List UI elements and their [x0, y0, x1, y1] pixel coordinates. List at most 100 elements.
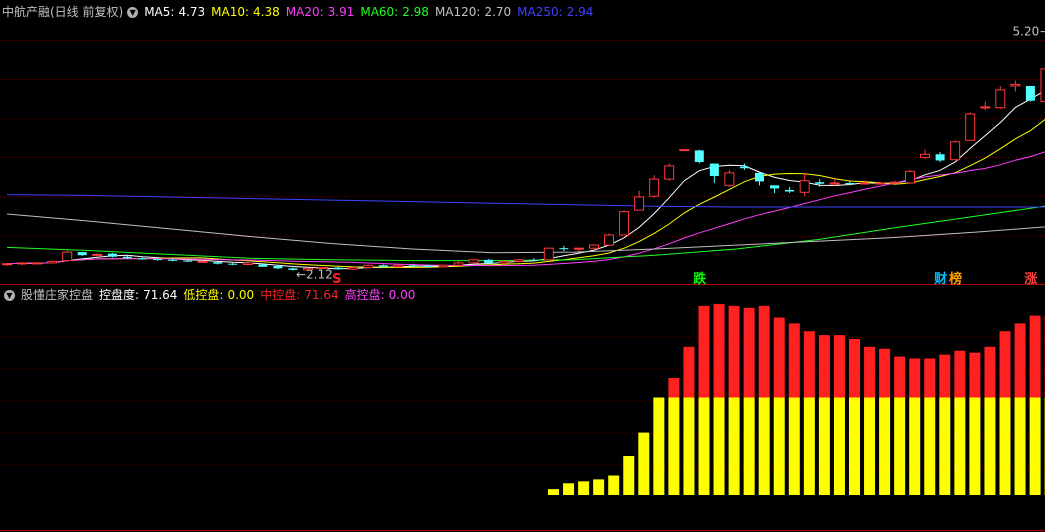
ma-label-0: MA5:	[144, 5, 175, 19]
control-bar-mid	[909, 358, 921, 398]
control-bar-low	[984, 397, 996, 495]
candle-body	[453, 262, 464, 266]
candle-body	[122, 256, 132, 259]
control-bar-mid	[1029, 315, 1041, 398]
candle-body	[393, 264, 404, 268]
control-bar-mid	[698, 305, 710, 398]
ma-label-4: MA120:	[434, 5, 481, 19]
signal-marker-2: 榜	[949, 271, 962, 287]
low-price-label: ←2.12	[296, 268, 333, 282]
candle-body	[378, 265, 388, 267]
control-bar-mid	[894, 356, 906, 398]
control-bar-mid	[864, 346, 876, 398]
main-chart-header: 中航产融(日线 前复权) ▼ MA5: 4.73 MA10: 4.38 MA20: 3.9…	[2, 4, 599, 20]
candle-body	[513, 259, 524, 262]
candle-body	[859, 182, 870, 185]
candle-body	[588, 244, 599, 249]
control-bar-mid	[668, 378, 680, 398]
control-bar-low	[713, 397, 725, 495]
control-bar-low	[788, 397, 800, 495]
ctrl-label-2: 中控盘:	[260, 288, 301, 302]
candle-body	[905, 170, 915, 184]
candle-body	[799, 180, 810, 193]
candle-body	[92, 253, 103, 256]
candle-body	[408, 265, 418, 267]
ma-value-5: 2.94	[566, 5, 594, 19]
candle-body	[845, 182, 855, 184]
control-bar-low	[698, 397, 710, 495]
candle-body	[724, 172, 735, 186]
candle-body	[874, 182, 885, 185]
chevron-down-icon[interactable]: ▼	[127, 6, 139, 18]
candle-body	[573, 247, 584, 250]
candle-body	[770, 185, 780, 189]
candle-body	[258, 264, 268, 267]
candle-body	[755, 172, 764, 182]
candle-body	[484, 259, 494, 263]
candle-body	[619, 211, 630, 236]
ma-label-2: MA20:	[285, 5, 324, 19]
control-bar-low	[563, 483, 575, 495]
chevron-down-icon[interactable]: ▼	[4, 289, 15, 301]
candle-body	[559, 248, 569, 250]
candle-body	[498, 260, 509, 264]
candle-body	[183, 260, 193, 262]
control-bar-low	[758, 397, 770, 495]
candle-body	[17, 262, 28, 265]
control-bar-low	[728, 397, 740, 495]
control-bar-low	[849, 397, 860, 495]
control-bar-low	[909, 397, 921, 495]
ma-line-ma120	[6, 213, 1045, 254]
control-bar-mid	[879, 348, 891, 398]
control-bar-mid	[713, 303, 725, 398]
control-bar-low	[593, 479, 605, 495]
candle-body	[228, 263, 238, 265]
control-bar-low	[969, 397, 981, 495]
candle-body	[679, 149, 690, 152]
ma-value-4: 2.70	[484, 5, 512, 19]
control-bar-low	[939, 397, 951, 495]
control-bar-low	[954, 397, 966, 495]
candle-body	[694, 150, 704, 163]
candle-body	[168, 259, 178, 261]
candle-body	[2, 263, 12, 266]
control-bar-low	[1014, 397, 1026, 495]
control-bar-low	[999, 397, 1011, 495]
candle-body	[137, 258, 147, 260]
control-bar-mid	[788, 323, 800, 398]
control-bar-low	[578, 481, 590, 495]
candle-body	[468, 259, 479, 264]
candle-body	[348, 267, 359, 270]
control-bar-low	[608, 475, 620, 495]
indicator-legend: 控盘度: 71.64 低控盘: 0.00 中控盘: 71.64 高控盘: 0.00	[99, 287, 421, 303]
candle-body	[950, 141, 961, 161]
candle-body	[273, 266, 283, 269]
control-bar-mid	[758, 305, 770, 398]
candle-body	[423, 266, 433, 268]
control-bar-low	[818, 397, 830, 495]
control-bar-low	[683, 397, 695, 495]
candle-body	[47, 260, 58, 264]
candle-body	[785, 189, 795, 192]
control-bar-low	[548, 489, 559, 495]
candle-body	[604, 234, 614, 246]
control-bar-mid	[803, 331, 815, 398]
ma-value-0: 4.73	[178, 5, 206, 19]
control-bar-mid	[773, 317, 785, 398]
control-bar-low	[623, 456, 635, 495]
control-bar-mid	[1014, 323, 1026, 398]
control-bar-low	[879, 397, 891, 495]
ctrl-label-1: 低控盘:	[183, 288, 224, 302]
candle-body	[889, 181, 900, 184]
control-bar-low	[803, 397, 815, 495]
candle-body	[935, 154, 945, 161]
signal-marker-4: S	[332, 272, 341, 287]
ma-line-ma250	[6, 194, 1045, 208]
control-bar-low	[773, 397, 785, 495]
chart-svg: 5.20 ←2.12 跌 财榜 涨 S	[0, 25, 1045, 531]
indicator-header: ▼ 股懂庄家控盘 控盘度: 71.64 低控盘: 0.00 中控盘: 71.64 高控盘: 0…	[2, 287, 421, 303]
signal-marker-1: 财	[934, 271, 947, 287]
candle-body	[62, 251, 73, 262]
control-bar-mid	[849, 339, 860, 398]
control-bar-mid	[939, 354, 951, 398]
